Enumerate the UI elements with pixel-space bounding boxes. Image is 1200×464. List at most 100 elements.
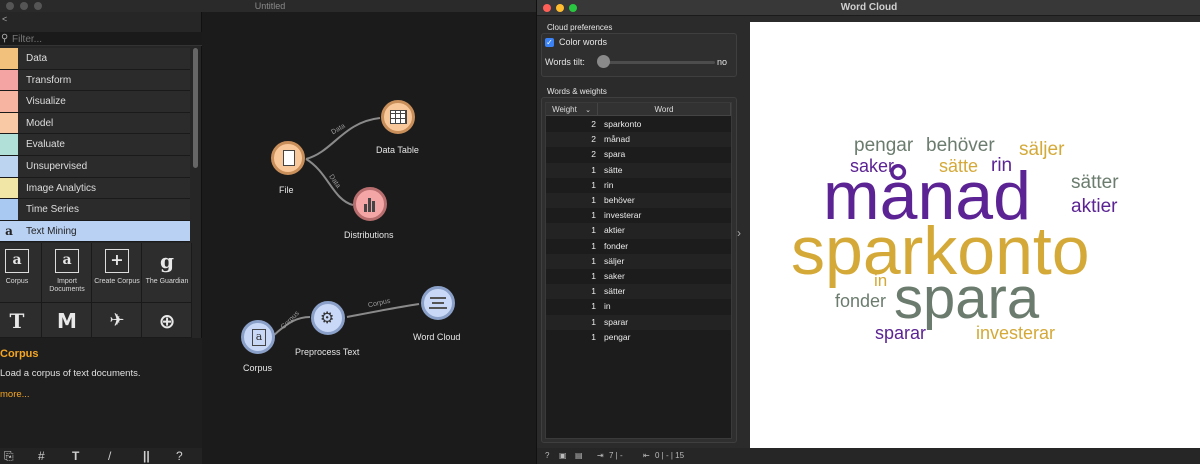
create-corpus-icon: +	[105, 249, 129, 273]
node-file[interactable]	[271, 141, 305, 175]
category-model[interactable]: Model	[0, 112, 190, 135]
grid-icon[interactable]: #	[38, 449, 45, 463]
table-row[interactable]: 1 fonder	[546, 238, 731, 254]
text-icon: a	[0, 220, 18, 242]
cloud-word: sätter	[1071, 172, 1119, 193]
category-unsupervised[interactable]: Unsupervised	[0, 156, 190, 178]
weight-cell: 1	[591, 271, 596, 281]
table-row[interactable]: 1 sätte	[546, 162, 731, 178]
category-evaluate[interactable]: Evaluate	[0, 134, 190, 156]
table-row[interactable]: 1 behöver	[546, 193, 731, 209]
words-tilt-slider[interactable]	[603, 61, 715, 64]
bar-chart-icon	[364, 204, 367, 212]
table-row[interactable]: 1 saker	[546, 269, 731, 285]
table-row[interactable]: 1 säljer	[546, 253, 731, 269]
window-title: Word Cloud	[840, 2, 898, 13]
node-label-preprocess-text: Preprocess Text	[295, 347, 360, 357]
widget-description: Corpus Load a corpus of text documents. …	[0, 338, 202, 448]
table-row[interactable]: 1 sätter	[546, 284, 731, 300]
cloud-word: in	[874, 271, 888, 290]
widget-create-corpus[interactable]: + Create Corpus	[92, 243, 142, 303]
bar-chart-icon-bar	[372, 201, 375, 212]
widget-twitter[interactable]: ✈	[92, 303, 142, 338]
window-title: Untitled	[254, 1, 286, 11]
table-row[interactable]: 2 månad	[546, 132, 731, 148]
table-row[interactable]: 2 sparkonto	[546, 117, 731, 133]
node-label-data-table: Data Table	[376, 145, 419, 155]
widget-label: Corpus	[5, 278, 29, 285]
table-icon	[390, 110, 407, 124]
node-data-table[interactable]	[381, 100, 415, 134]
widget-label: Create Corpus	[94, 278, 140, 285]
copy-icon[interactable]: ⎘	[4, 449, 14, 463]
help-icon[interactable]: ?	[545, 450, 549, 462]
widget-the-guardian[interactable]: g The Guardian	[142, 243, 192, 303]
twitter-icon: ✈	[109, 310, 125, 331]
pause-icon[interactable]: ||	[143, 449, 150, 463]
word-cell: säljer	[604, 255, 625, 266]
gears-icon: ⚙	[320, 310, 335, 327]
weight-cell: 1	[591, 195, 596, 205]
words-tilt-slider-handle[interactable]	[597, 55, 610, 68]
widget-pubmed[interactable]: M	[42, 303, 92, 338]
category-visualize[interactable]: Visualize	[0, 91, 190, 113]
widget-import-documents[interactable]: a Import Documents	[42, 243, 92, 303]
word-cell: rin	[604, 179, 614, 190]
weight-cell: 1	[591, 255, 596, 266]
orange-main-window: Untitled < ⚲ Data Transform Visualize Mo…	[0, 0, 540, 464]
chevron-left-icon[interactable]: <	[2, 14, 7, 24]
widget-wikipedia[interactable]: ⊕	[142, 303, 192, 338]
column-header-weight[interactable]: Weight ⌄	[546, 103, 598, 116]
word-cloud-canvas: pengar behöver säljer saker sätte rin må…	[750, 22, 1200, 448]
table-row[interactable]: 1 investerar	[546, 208, 731, 224]
widget-label: The Guardian	[145, 278, 189, 285]
cloud-word: säljer	[1019, 139, 1065, 160]
cloud-word: investerar	[976, 323, 1056, 343]
table-row[interactable]: 2 spara	[546, 147, 731, 163]
words-table[interactable]: Weight ⌄ Word 2 sparkonto 2 månad 2 spara 1 sät…	[545, 102, 732, 439]
more-link[interactable]: more...	[0, 389, 30, 400]
workflow-canvas[interactable]: Data Data Corpus Corpus File Data Table …	[203, 12, 540, 464]
weight-cell: 1	[591, 301, 596, 312]
column-header-word[interactable]: Word	[598, 103, 731, 116]
save-icon[interactable]: ▣	[559, 450, 567, 462]
filter-input[interactable]	[12, 32, 192, 46]
node-preprocess-text[interactable]: ⚙	[311, 301, 345, 335]
node-distributions[interactable]	[353, 187, 387, 221]
document-icon	[283, 150, 295, 166]
guardian-icon: g	[160, 249, 174, 273]
table-row[interactable]: 1 in	[546, 299, 731, 315]
category-label: Data	[26, 53, 48, 64]
node-corpus[interactable]: a	[241, 320, 275, 354]
color-words-checkbox[interactable]: ✓	[545, 38, 554, 47]
widget-ny-times[interactable]: T	[0, 303, 42, 338]
word-cell: aktier	[604, 225, 625, 236]
widget-corpus[interactable]: a Corpus	[0, 243, 42, 303]
category-data[interactable]: Data	[0, 48, 190, 70]
word-cell: behöver	[604, 195, 635, 205]
category-time-series[interactable]: Time Series	[0, 199, 190, 221]
table-row[interactable]: 1 pengar	[546, 329, 731, 345]
help-icon[interactable]: ?	[176, 449, 183, 463]
chevron-right-icon[interactable]: ›	[737, 226, 741, 240]
table-row[interactable]: 1 aktier	[546, 223, 731, 239]
word-cell: saker	[604, 271, 625, 281]
output-summary: 0 | - | 15	[655, 451, 685, 460]
cloud-word: fonder	[835, 291, 887, 311]
report-icon[interactable]: ▤	[575, 450, 583, 462]
category-image-analytics[interactable]: Image Analytics	[0, 177, 190, 200]
status-bar: ? ▣ ▤ ⇥ 7 | - ⇤ 0 | - | 15	[537, 448, 1200, 464]
word-cell: sparkonto	[604, 119, 642, 129]
import-documents-icon: a	[55, 249, 79, 273]
toolbox-scrollbar[interactable]	[193, 48, 198, 168]
toolbox-header[interactable]: <	[0, 12, 202, 32]
table-row[interactable]: 1 sparar	[546, 314, 731, 330]
table-row[interactable]: 1 rin	[546, 177, 731, 193]
category-text-mining[interactable]: a Text Mining	[0, 220, 190, 243]
text-annotation-icon[interactable]: T	[72, 449, 79, 463]
node-word-cloud[interactable]	[421, 286, 455, 320]
words-tilt-value: no	[717, 57, 728, 67]
arrow-annotation-icon[interactable]: /	[108, 449, 111, 463]
category-transform[interactable]: Transform	[0, 69, 190, 92]
word-cell: pengar	[604, 331, 631, 342]
